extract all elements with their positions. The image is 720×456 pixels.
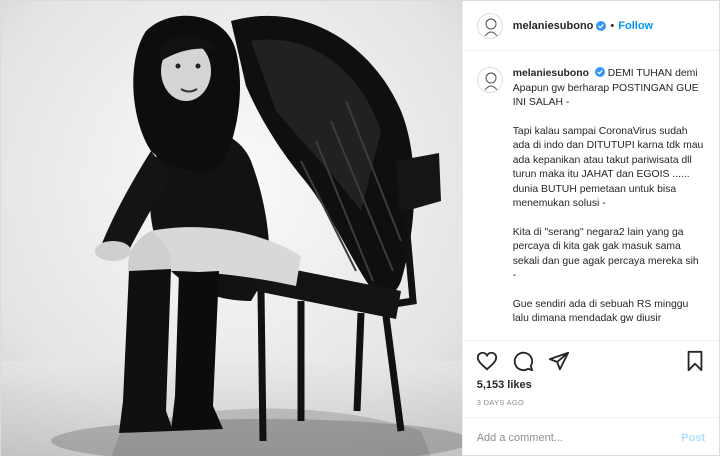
comment-button[interactable] xyxy=(511,349,535,373)
likes-count[interactable]: 5,153 likes xyxy=(475,379,707,391)
caption-paragraph: Tapi kalau sampai CoronaVirus sudah ada … xyxy=(512,125,704,210)
caption-paragraph: Gue sendiri ada di sebuah RS minggu lalu… xyxy=(512,298,689,325)
avatar-illustration-icon xyxy=(477,13,502,38)
bookmark-icon xyxy=(687,350,703,372)
header-username[interactable]: melaniesubono xyxy=(513,20,594,32)
add-comment-bar: Post xyxy=(462,417,719,456)
comment-icon xyxy=(513,351,533,372)
instagram-post: melaniesubono • Follow melaniesubono DEM… xyxy=(0,0,720,456)
post-side-panel: melaniesubono • Follow melaniesubono DEM… xyxy=(461,1,719,456)
action-icons xyxy=(475,345,707,377)
caption-text: melaniesubono DEMI TUHAN demi Apapun gw … xyxy=(513,67,705,327)
verified-badge-icon xyxy=(594,67,605,77)
verified-badge-icon xyxy=(596,20,607,31)
post-photo[interactable] xyxy=(1,1,462,456)
comments-area[interactable]: melaniesubono DEMI TUHAN demi Apapun gw … xyxy=(463,51,719,340)
post-timestamp[interactable]: 3 DAYS AGO xyxy=(475,398,707,407)
caption: melaniesubono DEMI TUHAN demi Apapun gw … xyxy=(476,67,705,327)
caption-username[interactable]: melaniesubono xyxy=(513,68,589,79)
share-icon xyxy=(548,351,569,371)
save-button[interactable] xyxy=(683,349,707,373)
photo-illustration xyxy=(1,1,462,456)
actions-area: 5,153 likes 3 DAYS AGO xyxy=(462,340,719,417)
header-separator: • xyxy=(610,19,615,32)
like-button[interactable] xyxy=(475,349,499,373)
post-header: melaniesubono • Follow xyxy=(462,1,719,51)
follow-button[interactable]: Follow xyxy=(618,20,653,32)
comment-input[interactable] xyxy=(476,431,682,444)
caption-avatar[interactable] xyxy=(476,67,503,93)
post-comment-button[interactable]: Post xyxy=(681,432,705,444)
share-button[interactable] xyxy=(547,349,571,373)
heart-icon xyxy=(476,351,497,371)
avatar-illustration-icon xyxy=(477,68,502,92)
caption-paragraph: Kita di "serang" negara2 lain yang ga pe… xyxy=(512,226,699,282)
avatar[interactable] xyxy=(476,12,503,39)
